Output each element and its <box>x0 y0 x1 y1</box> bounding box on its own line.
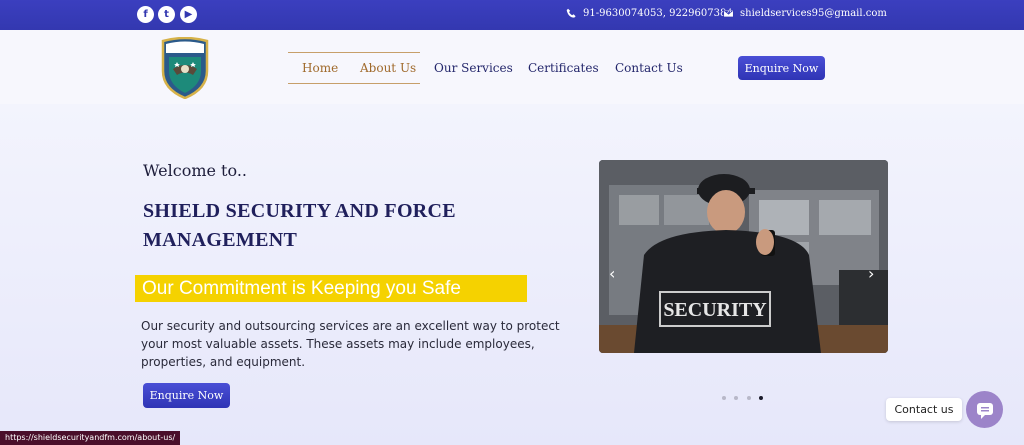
header-enquire-button[interactable]: Enquire Now <box>738 56 825 80</box>
nav-our-services[interactable]: Our Services <box>434 61 513 75</box>
chat-bubble-icon <box>976 402 993 419</box>
slider-dot[interactable] <box>734 396 738 400</box>
facebook-icon[interactable]: f <box>137 6 154 23</box>
site-header: Home About Us Our Services Certificates … <box>0 30 1024 104</box>
slider-prev-arrow[interactable]: ‹ <box>609 264 615 283</box>
chat-button[interactable] <box>966 391 1003 428</box>
status-bar-url: https://shieldsecurityandfm.com/about-us… <box>0 431 181 445</box>
nav-home[interactable]: Home <box>302 61 338 75</box>
nav-certificates[interactable]: Certificates <box>528 61 599 75</box>
hero-slide-image: SECURITY <box>599 160 888 353</box>
slider-dot-active[interactable] <box>759 396 763 400</box>
top-bar: f t ▶ 91-9630074053, 9229607384 shieldse… <box>0 0 1024 30</box>
hero-description: Our security and outsourcing services ar… <box>141 319 560 369</box>
slider-dot[interactable] <box>747 396 751 400</box>
hero-title: SHIELD SECURITY AND FORCE MANAGEMENT <box>143 200 456 251</box>
email-address: shieldservices95@gmail.com <box>740 8 887 19</box>
email-icon <box>723 9 734 18</box>
chat-label[interactable]: Contact us <box>886 398 962 421</box>
email-contact[interactable]: shieldservices95@gmail.com <box>723 8 887 19</box>
slide-security-text: SECURITY <box>663 299 767 321</box>
nav-about-us[interactable]: About Us <box>360 61 416 75</box>
phone-icon <box>566 8 576 18</box>
nav-contact-us[interactable]: Contact Us <box>615 61 683 75</box>
youtube-icon[interactable]: ▶ <box>180 6 197 23</box>
slider-next-arrow[interactable]: › <box>868 264 874 283</box>
hero-enquire-button[interactable]: Enquire Now <box>143 383 230 408</box>
twitter-icon[interactable]: t <box>158 6 175 23</box>
slider-dot[interactable] <box>722 396 726 400</box>
phone-contact[interactable]: 91-9630074053, 9229607384 <box>566 8 733 19</box>
phone-number: 91-9630074053, 9229607384 <box>583 8 733 19</box>
shield-logo[interactable] <box>160 37 210 99</box>
hero-tagline: Our Commitment is Keeping you Safe <box>135 275 527 302</box>
welcome-text: Welcome to.. <box>143 161 247 180</box>
